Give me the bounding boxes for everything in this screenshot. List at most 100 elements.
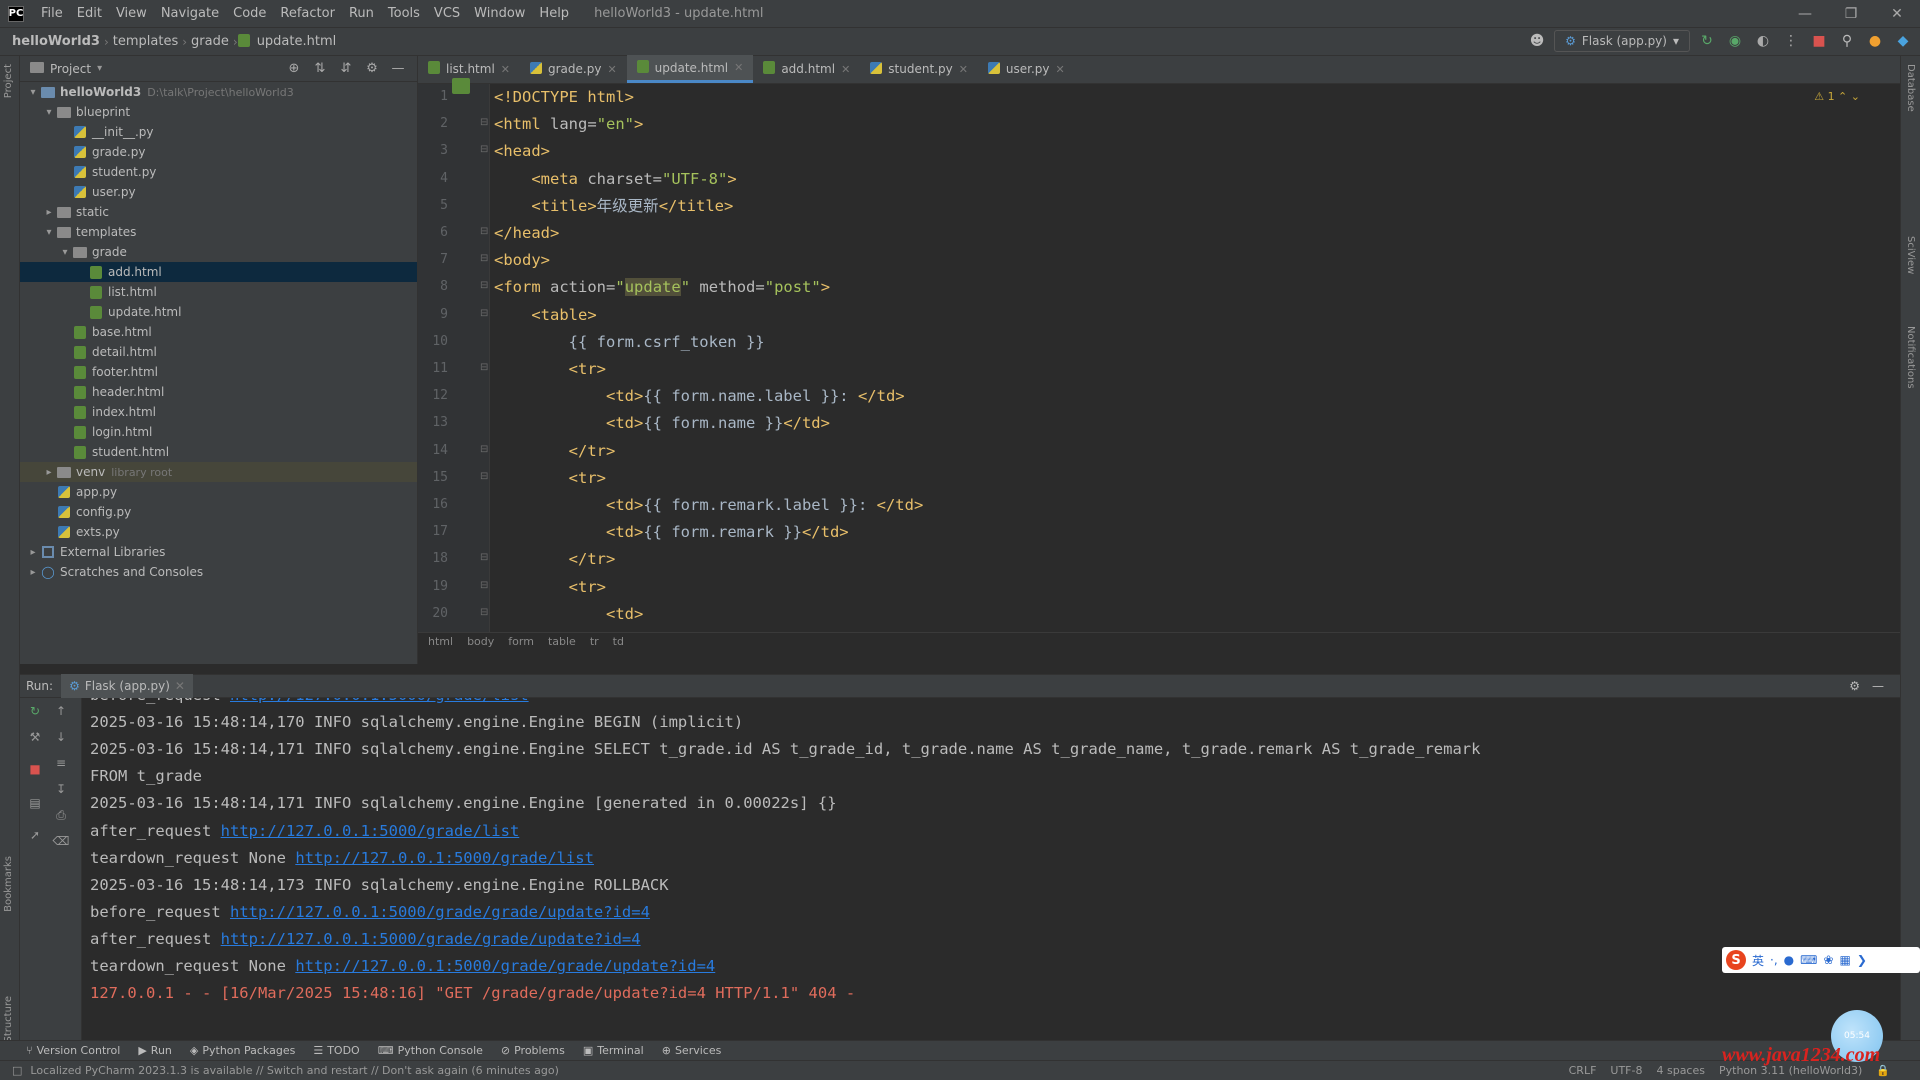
code-line[interactable]: </head>: [494, 220, 559, 247]
chevron-right-icon[interactable]: ▸: [42, 207, 56, 218]
menu-item-tools[interactable]: Tools: [381, 6, 427, 21]
tree-item[interactable]: ▸ venv library root: [20, 462, 417, 482]
code-line[interactable]: {{ form.csrf_token }}: [494, 329, 765, 356]
coverage-icon[interactable]: ◐: [1752, 30, 1774, 52]
code-line[interactable]: <table>: [494, 302, 596, 329]
more-run-icon[interactable]: ⋮: [1780, 30, 1802, 52]
chevron-right-icon[interactable]: ▸: [26, 567, 40, 578]
breadcrumb-item[interactable]: grade: [187, 34, 233, 49]
debug-icon[interactable]: ◉: [1724, 30, 1746, 52]
tab-grade-py[interactable]: grade.py ✕: [520, 55, 627, 83]
ide-logo-icon[interactable]: ◆: [1892, 30, 1914, 52]
trash-icon[interactable]: ⌫: [52, 832, 70, 850]
code-line[interactable]: <body>: [494, 247, 550, 274]
ime-skin-icon[interactable]: ❀: [1823, 953, 1833, 967]
code-editor[interactable]: 1 2 ⊟ 3 ⊟ 4 5 6 ⊟ 7 ⊟ 8 ⊟ 9 ⊟ 10 11 ⊟ 12 13 14 ⊟ 15 ⊟ 16 17 18 ⊟ 19 ⊟…: [418, 78, 1900, 650]
code-line[interactable]: </tr>: [494, 546, 616, 573]
ime-punct-icon[interactable]: ·,: [1770, 953, 1778, 967]
tool-python-console[interactable]: ⌨ Python Console: [378, 1044, 483, 1057]
collapse-all-icon[interactable]: ⇵: [337, 59, 355, 77]
editor-breadcrumb-item[interactable]: td: [613, 635, 624, 648]
code-line[interactable]: <!DOCTYPE html>: [494, 84, 634, 111]
chevron-down-icon[interactable]: ▾: [97, 63, 102, 74]
code-line[interactable]: <td>{{ form.name.label }}: </td>: [494, 383, 905, 410]
breadcrumb-item[interactable]: helloWorld3: [8, 34, 104, 49]
tree-item[interactable]: ▾ helloWorld3 D:\talk\Project\helloWorld3: [20, 82, 417, 102]
code-line[interactable]: <meta charset="UTF-8">: [494, 166, 736, 193]
menu-item-window[interactable]: Window: [467, 6, 532, 21]
tree-item[interactable]: detail.html: [20, 342, 417, 362]
tree-item[interactable]: student.html: [20, 442, 417, 462]
code-line[interactable]: <head>: [494, 138, 550, 165]
stripe-database[interactable]: Database: [1905, 64, 1916, 112]
chevron-down-icon[interactable]: ▾: [42, 107, 56, 118]
console-link[interactable]: http://127.0.0.1:5000/grade/list: [295, 849, 594, 867]
editor-breadcrumb-item[interactable]: html: [428, 635, 453, 648]
chevron-right-icon[interactable]: ▸: [26, 547, 40, 558]
tree-item[interactable]: ▸ static: [20, 202, 417, 222]
code-line[interactable]: <tr>: [494, 465, 606, 492]
stop-icon[interactable]: ■: [1808, 30, 1830, 52]
code-line[interactable]: <form action="update" method="post">: [494, 274, 830, 301]
restore-icon[interactable]: ❐: [1828, 0, 1874, 28]
fold-marker-icon[interactable]: ⊟: [480, 117, 488, 128]
chevron-right-icon[interactable]: ▸: [42, 467, 56, 478]
tree-item[interactable]: ▸ ◯ Scratches and Consoles: [20, 562, 417, 582]
code-line[interactable]: <td>: [494, 601, 643, 628]
tab-add-html[interactable]: add.html ✕: [753, 55, 860, 83]
tree-item[interactable]: student.py: [20, 162, 417, 182]
layout-icon[interactable]: ▤: [26, 794, 44, 812]
console-link[interactable]: http://127.0.0.1:5000/grade/grade/update…: [230, 903, 650, 921]
tree-item[interactable]: user.py: [20, 182, 417, 202]
rerun-icon[interactable]: ↻: [1696, 30, 1718, 52]
status-message[interactable]: Localized PyCharm 2023.1.3 is available …: [30, 1064, 559, 1077]
tree-item[interactable]: config.py: [20, 502, 417, 522]
fold-marker-icon[interactable]: ⊟: [480, 552, 488, 563]
chevron-down-icon[interactable]: ▾: [42, 227, 56, 238]
search-icon[interactable]: ⚲: [1836, 30, 1858, 52]
tree-item[interactable]: index.html: [20, 402, 417, 422]
menu-item-edit[interactable]: Edit: [70, 6, 109, 21]
scroll-end-icon[interactable]: ↧: [52, 780, 70, 798]
tree-item[interactable]: login.html: [20, 422, 417, 442]
wrench-icon[interactable]: ⚒: [26, 728, 44, 746]
code-line[interactable]: <td>{{ form.remark.label }}: </td>: [494, 492, 923, 519]
fold-marker-icon[interactable]: ⊟: [480, 308, 488, 319]
pin-icon[interactable]: ➚: [26, 826, 44, 844]
print-icon[interactable]: ⎙: [52, 806, 70, 824]
run-config-select[interactable]: ⚙ Flask (app.py) ▾: [1554, 30, 1690, 52]
chevron-down-icon[interactable]: ▾: [58, 247, 72, 258]
code-line[interactable]: <td>{{ form.name }}</td>: [494, 410, 830, 437]
stripe-project[interactable]: Project: [3, 64, 14, 98]
tool-todo[interactable]: ☰ TODO: [313, 1044, 359, 1057]
close-icon[interactable]: ✕: [841, 63, 850, 76]
code-line[interactable]: <td>{{ form.remark }}</td>: [494, 519, 849, 546]
close-icon[interactable]: ✕: [1056, 63, 1065, 76]
tree-item[interactable]: ▸ External Libraries: [20, 542, 417, 562]
fold-marker-icon[interactable]: ⊟: [480, 444, 488, 455]
code-line[interactable]: </tr>: [494, 438, 616, 465]
menu-item-view[interactable]: View: [109, 6, 154, 21]
code-line[interactable]: <tr>: [494, 356, 606, 383]
run-tab[interactable]: ⚙ Flask (app.py) ✕: [61, 674, 193, 698]
warning-indicator[interactable]: ⚠ 1 ⌃ ⌄: [1814, 90, 1860, 103]
tab-user-py[interactable]: user.py ✕: [978, 55, 1075, 83]
fold-marker-icon[interactable]: ⊟: [480, 471, 488, 482]
tab-update-html[interactable]: update.html ✕: [626, 55, 754, 83]
tool-services[interactable]: ⊕ Services: [662, 1044, 722, 1057]
status-item[interactable]: UTF-8: [1610, 1064, 1642, 1077]
breadcrumb-item[interactable]: templates: [109, 34, 182, 49]
ime-grid-icon[interactable]: ▦: [1840, 953, 1851, 967]
menu-item-refactor[interactable]: Refactor: [273, 6, 342, 21]
ime-keyboard-icon[interactable]: ⌨: [1800, 953, 1817, 967]
fold-marker-icon[interactable]: ⊟: [480, 280, 488, 291]
editor-breadcrumb-item[interactable]: body: [467, 635, 494, 648]
console-link[interactable]: http://127.0.0.1:5000/grade/grade/update…: [295, 957, 715, 975]
fold-marker-icon[interactable]: ⊟: [480, 253, 488, 264]
tool-version-control[interactable]: ⑂ Version Control: [26, 1044, 120, 1057]
tree-item[interactable]: update.html: [20, 302, 417, 322]
ime-mic-icon[interactable]: ●: [1784, 953, 1794, 967]
menu-item-run[interactable]: Run: [342, 6, 381, 21]
hide-icon[interactable]: —: [389, 59, 407, 77]
update-icon[interactable]: ●: [1864, 30, 1886, 52]
